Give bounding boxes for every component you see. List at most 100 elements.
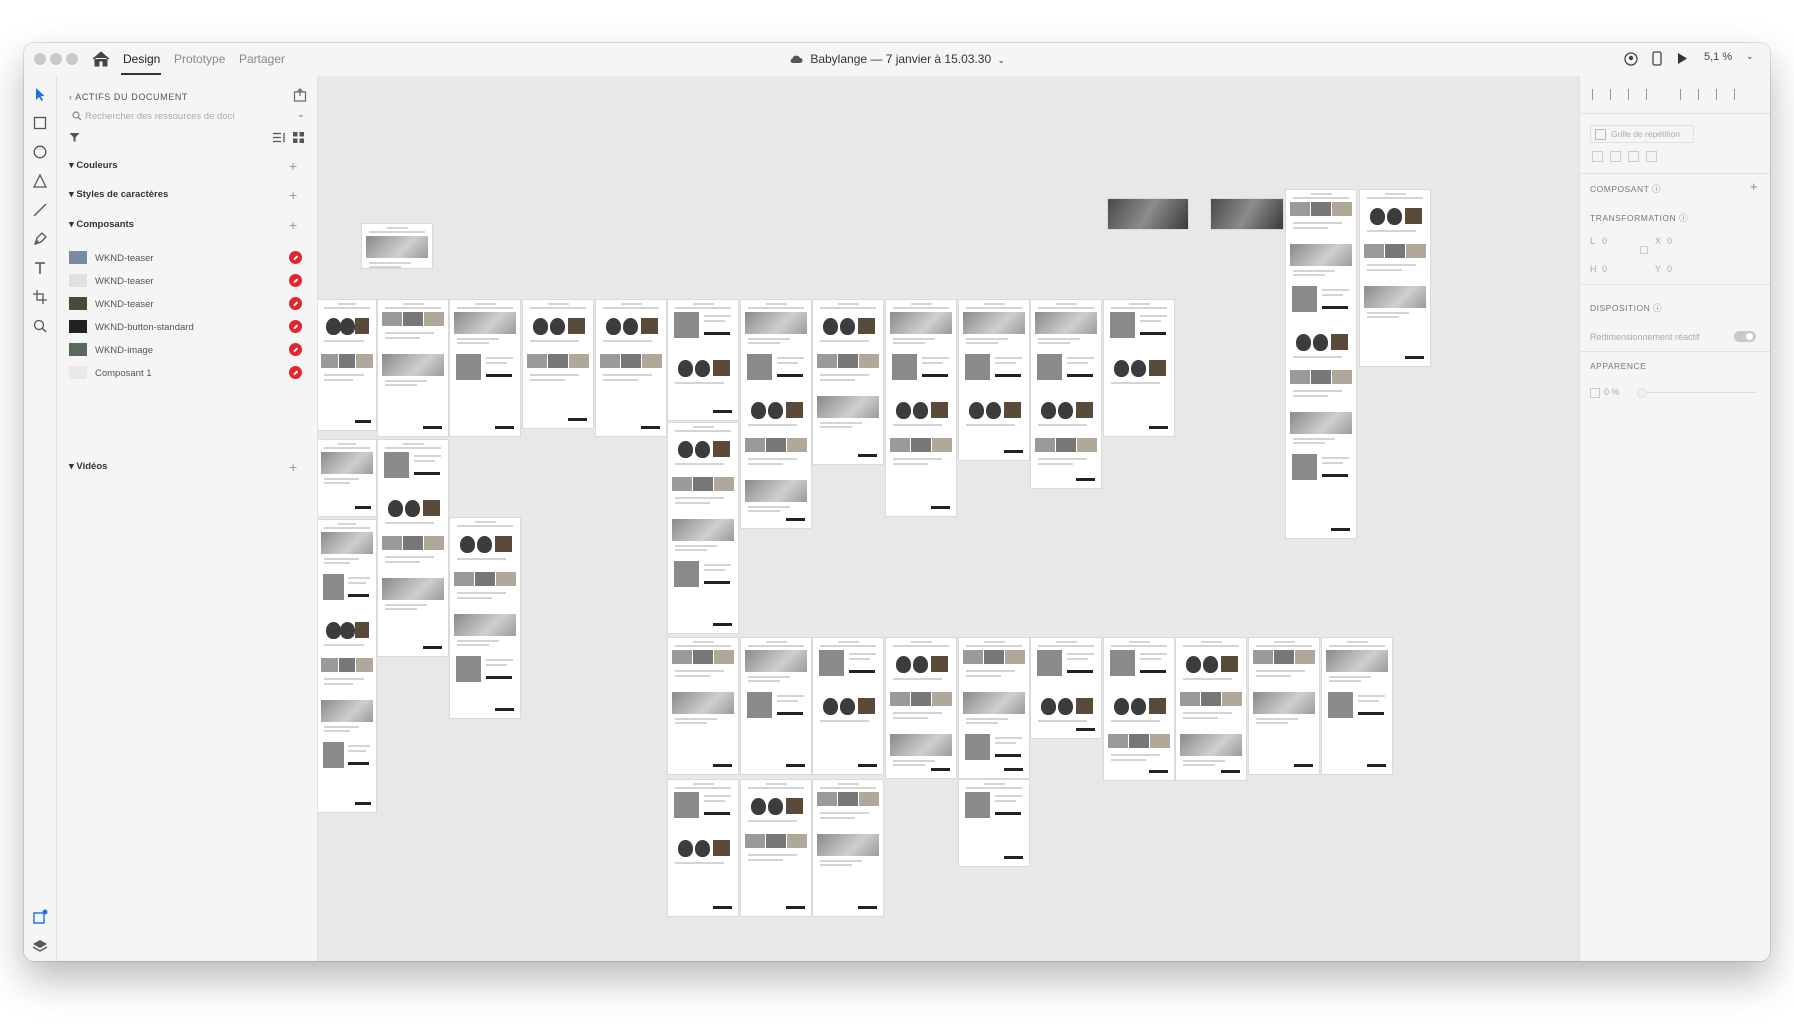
artboard[interactable]: [741, 780, 811, 916]
filter-icon[interactable]: [69, 132, 80, 143]
artboard[interactable]: [1031, 300, 1101, 488]
add-shapes-icon[interactable]: [1592, 151, 1603, 162]
artboard-tool-icon[interactable]: [32, 289, 48, 305]
select-tool-icon[interactable]: [32, 86, 48, 102]
component-item[interactable]: WKND-teaser: [69, 271, 309, 293]
chevron-down-icon[interactable]: ⌄: [997, 55, 1005, 65]
height-input[interactable]: 0: [1602, 264, 1607, 274]
grid-view-icon[interactable]: [293, 132, 304, 143]
align-bottom-icon[interactable]: [1628, 89, 1640, 100]
artboard[interactable]: [318, 520, 376, 812]
add-color-button[interactable]: +: [289, 159, 297, 173]
section-videos[interactable]: ▾ Vidéos: [69, 461, 107, 472]
play-icon[interactable]: [1676, 52, 1688, 65]
artboard[interactable]: [668, 300, 738, 420]
assets-header[interactable]: ‹ ACTIFS DU DOCUMENT: [69, 92, 188, 102]
search-scope-chevron-icon[interactable]: ⌄: [297, 109, 305, 120]
y-input[interactable]: 0: [1667, 264, 1672, 274]
align-left-icon[interactable]: [1680, 89, 1692, 100]
pen-tool-icon[interactable]: [32, 231, 48, 247]
artboard[interactable]: [1031, 638, 1101, 738]
component-item[interactable]: WKND-button-standard: [69, 317, 309, 339]
image-artboard[interactable]: [1108, 199, 1188, 229]
zoom-level[interactable]: 5,1 %: [1704, 51, 1732, 63]
artboard[interactable]: [1286, 190, 1356, 538]
list-view-icon[interactable]: [273, 132, 285, 143]
component-item[interactable]: WKND-teaser: [69, 248, 309, 270]
edit-main-component-icon[interactable]: [289, 297, 302, 310]
edit-main-component-icon[interactable]: [289, 274, 302, 287]
zoom-chevron-icon[interactable]: ⌄: [1746, 51, 1754, 62]
section-colors[interactable]: ▾ Couleurs: [69, 160, 118, 171]
lock-aspect-icon[interactable]: [1640, 246, 1648, 254]
section-character-styles[interactable]: ▾ Styles de caractères: [69, 189, 168, 200]
back-chevron-icon[interactable]: ‹: [69, 92, 73, 102]
artboard[interactable]: [362, 224, 432, 268]
edit-main-component-icon[interactable]: [289, 343, 302, 356]
exclude-shapes-icon[interactable]: [1646, 151, 1657, 162]
opacity-input[interactable]: 0 %: [1604, 387, 1620, 397]
add-component-button[interactable]: +: [289, 218, 297, 232]
artboard[interactable]: [813, 780, 883, 916]
align-top-icon[interactable]: [1592, 89, 1604, 100]
artboard[interactable]: [668, 423, 738, 633]
image-artboard[interactable]: [1211, 199, 1283, 229]
artboard[interactable]: [668, 780, 738, 916]
rectangle-tool-icon[interactable]: [32, 115, 48, 131]
edit-main-component-icon[interactable]: [289, 366, 302, 379]
search-placeholder[interactable]: Rechercher des ressources de doci: [85, 111, 235, 122]
edit-main-component-icon[interactable]: [289, 320, 302, 333]
artboard[interactable]: [886, 300, 956, 516]
distribute-horizontal-icon[interactable]: [1734, 89, 1746, 100]
x-input[interactable]: 0: [1667, 236, 1672, 246]
layers-icon[interactable]: [32, 938, 48, 954]
zoom-tool-icon[interactable]: [32, 318, 48, 334]
component-item[interactable]: WKND-image: [69, 340, 309, 362]
intersect-shapes-icon[interactable]: [1628, 151, 1639, 162]
artboard[interactable]: [741, 638, 811, 774]
artboard[interactable]: [1322, 638, 1392, 774]
align-center-icon[interactable]: [1698, 89, 1710, 100]
artboard[interactable]: [450, 518, 520, 718]
ellipse-tool-icon[interactable]: [32, 144, 48, 160]
artboard[interactable]: [813, 638, 883, 774]
opacity-slider[interactable]: [1640, 392, 1756, 393]
artboard[interactable]: [1176, 638, 1246, 780]
width-input[interactable]: 0: [1602, 236, 1607, 246]
user-icon[interactable]: [1624, 52, 1638, 66]
add-video-button[interactable]: +: [289, 460, 297, 474]
design-canvas[interactable]: [318, 76, 1602, 961]
text-tool-icon[interactable]: [32, 260, 48, 276]
artboard[interactable]: [741, 300, 811, 528]
section-components[interactable]: ▾ Composants: [69, 219, 134, 230]
component-item[interactable]: Composant 1: [69, 363, 309, 385]
artboard[interactable]: [450, 300, 520, 436]
add-component-state-button[interactable]: +: [1750, 179, 1758, 194]
artboard[interactable]: [596, 300, 666, 436]
distribute-vertical-icon[interactable]: [1646, 89, 1658, 100]
polygon-tool-icon[interactable]: [32, 173, 48, 189]
responsive-resize-toggle[interactable]: [1734, 331, 1756, 342]
artboard[interactable]: [1249, 638, 1319, 774]
document-title-bar[interactable]: Babylange — 7 janvier à 15.03.30 ⌄: [24, 52, 1770, 66]
artboard[interactable]: [813, 300, 883, 464]
component-item[interactable]: WKND-teaser: [69, 294, 309, 316]
export-icon[interactable]: [293, 88, 307, 102]
artboard[interactable]: [886, 638, 956, 778]
artboard[interactable]: [668, 638, 738, 774]
boolean-ops-group[interactable]: [1592, 151, 1667, 163]
edit-main-component-icon[interactable]: [289, 251, 302, 264]
repeat-grid-button[interactable]: Grille de répétition: [1590, 125, 1694, 143]
artboard[interactable]: [959, 780, 1029, 866]
align-right-icon[interactable]: [1716, 89, 1728, 100]
device-preview-icon[interactable]: [1652, 51, 1662, 66]
artboard[interactable]: [318, 440, 376, 516]
artboard[interactable]: [378, 300, 448, 436]
artboard[interactable]: [1104, 300, 1174, 436]
artboard[interactable]: [523, 300, 593, 428]
document-assets-icon[interactable]: [32, 909, 48, 925]
artboard[interactable]: [1104, 638, 1174, 780]
artboard[interactable]: [318, 300, 376, 430]
artboard[interactable]: [1360, 190, 1430, 366]
line-tool-icon[interactable]: [32, 202, 48, 218]
